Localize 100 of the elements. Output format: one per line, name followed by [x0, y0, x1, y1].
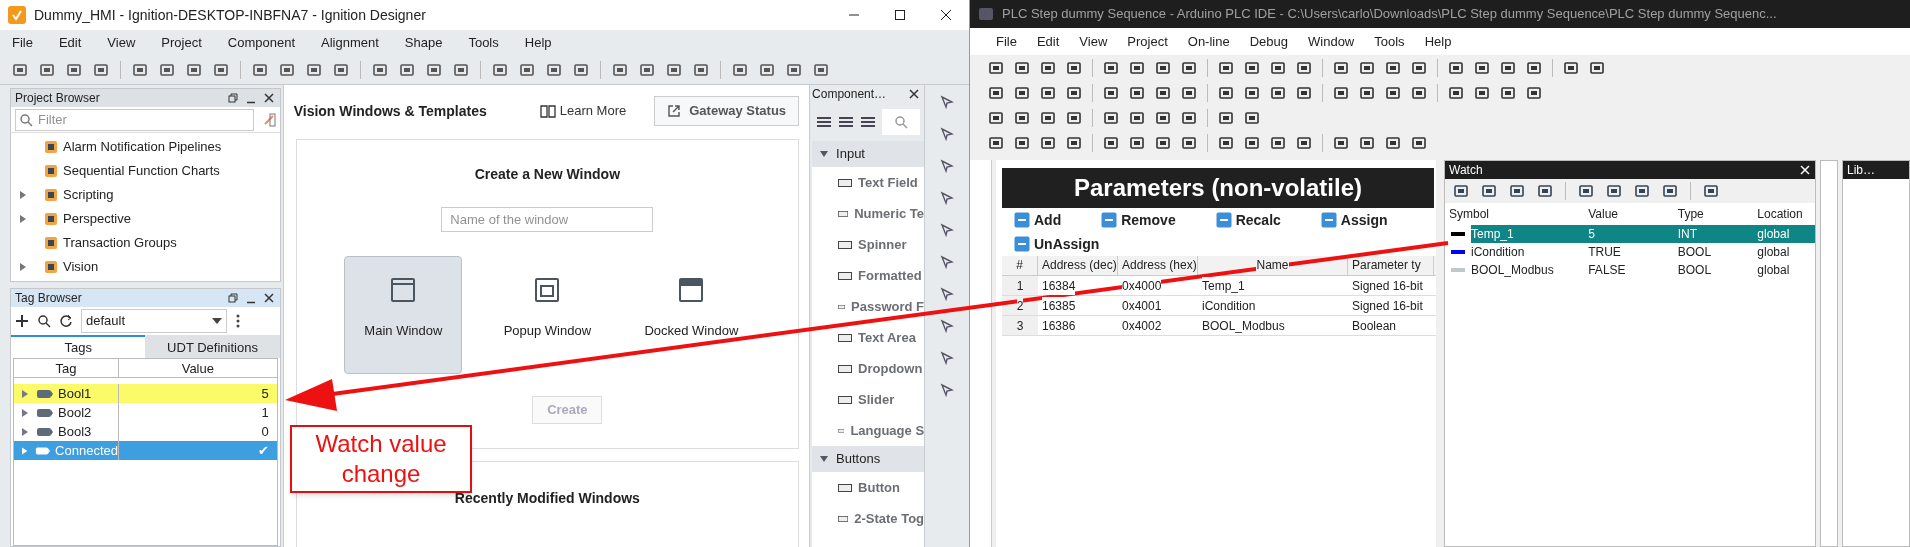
window-type-option[interactable]: Main Window: [344, 256, 463, 374]
toolbar-icon[interactable]: [546, 61, 562, 78]
toolbar-icon[interactable]: [1385, 84, 1401, 101]
toolbar-action[interactable]: Assign: [1320, 209, 1388, 231]
tree-item[interactable]: Transaction Groups: [11, 233, 280, 252]
toolbar-icon[interactable]: [1296, 59, 1312, 76]
toolbar-icon[interactable]: [1103, 59, 1119, 76]
menu-item[interactable]: Project: [161, 32, 202, 53]
toolbar-icon[interactable]: [759, 61, 775, 78]
toolbar-icon[interactable]: [1578, 183, 1594, 199]
toolbar-icon[interactable]: [426, 61, 442, 78]
toolbar-icon[interactable]: [1066, 84, 1082, 101]
toolbar-icon[interactable]: [1270, 59, 1286, 76]
toolbar-icon[interactable]: [693, 61, 709, 78]
palette-group-header[interactable]: Buttons: [812, 446, 925, 472]
toolbar-icon[interactable]: [1526, 84, 1542, 101]
menu-item[interactable]: Edit: [58, 32, 82, 53]
toolbar-icon[interactable]: [1296, 134, 1312, 151]
pointer-tool-icon[interactable]: [940, 383, 955, 397]
menu-item[interactable]: Tools: [1374, 31, 1405, 52]
toolbar-action[interactable]: UnAssign: [1014, 233, 1100, 255]
learn-more-link[interactable]: Learn More: [539, 101, 627, 121]
palette-item[interactable]: Text Field: [812, 167, 925, 198]
toolbar-icon[interactable]: [12, 61, 28, 78]
palette-item[interactable]: Password F: [812, 291, 925, 322]
toolbar-icon[interactable]: [1103, 84, 1119, 101]
toolbar-icon[interactable]: [333, 61, 349, 78]
watch-cell[interactable]: BOOL_Modbus: [1471, 261, 1585, 279]
toolbar-action[interactable]: Remove: [1101, 209, 1176, 231]
menu-item[interactable]: Help: [1424, 31, 1452, 52]
toolbar-icon[interactable]: [1589, 59, 1605, 76]
toolbar-icon[interactable]: [1244, 109, 1260, 126]
palette-search-field[interactable]: [882, 109, 921, 135]
toolbar-icon[interactable]: [612, 61, 628, 78]
pointer-tool-icon[interactable]: [940, 319, 955, 333]
toolbar-icon[interactable]: [813, 61, 829, 78]
toolbar-icon[interactable]: [1296, 84, 1312, 101]
window-type-option[interactable]: Docked Window: [632, 256, 751, 374]
toolbar-icon[interactable]: [1703, 183, 1719, 199]
close-button[interactable]: [1799, 164, 1811, 176]
watch-cell[interactable]: Temp_1: [1471, 225, 1585, 243]
provider-dropdown[interactable]: default: [81, 309, 227, 333]
filter-field[interactable]: Filter: [15, 108, 254, 131]
toolbar-icon[interactable]: [1129, 109, 1145, 126]
restore-button[interactable]: [225, 291, 240, 305]
toolbar-icon[interactable]: [132, 61, 148, 78]
toolbar-icon[interactable]: [1333, 84, 1349, 101]
toolbar-icon[interactable]: [1411, 84, 1427, 101]
menu-item[interactable]: Window: [1308, 31, 1355, 52]
toolbar-icon[interactable]: [39, 61, 55, 78]
toolbar-icon[interactable]: [1218, 134, 1234, 151]
toolbar-icon[interactable]: [1359, 134, 1375, 151]
menu-item[interactable]: View: [1079, 31, 1108, 52]
toolbar-icon[interactable]: [1129, 134, 1145, 151]
toolbar-icon[interactable]: [399, 61, 415, 78]
toolbar-icon[interactable]: [159, 61, 175, 78]
tree-item[interactable]: Sequential Function Charts: [11, 161, 280, 180]
toolbar-icon[interactable]: [988, 109, 1004, 126]
toolbar-icon[interactable]: [1606, 183, 1622, 199]
toolbar-icon[interactable]: [1181, 109, 1197, 126]
tree-item[interactable]: Vision: [11, 257, 280, 276]
toolbar-icon[interactable]: [1181, 59, 1197, 76]
toolbar-icon[interactable]: [1040, 134, 1056, 151]
toolbar-icon[interactable]: [1129, 59, 1145, 76]
toolbar-icon[interactable]: [1244, 59, 1260, 76]
window-name-field[interactable]: Name of the window: [441, 207, 654, 232]
palette-item[interactable]: Numeric Te: [812, 198, 925, 229]
toolbar-icon[interactable]: [732, 61, 748, 78]
palette-item[interactable]: 2-State Tog: [812, 503, 925, 534]
palette-item[interactable]: Text Area: [812, 322, 925, 353]
toolbar-icon[interactable]: [1014, 109, 1030, 126]
toolbar-icon[interactable]: [1385, 134, 1401, 151]
toolbar-icon[interactable]: [1509, 183, 1525, 199]
toolbar-icon[interactable]: [1411, 134, 1427, 151]
toolbar-icon[interactable]: [1218, 59, 1234, 76]
toolbar-icon[interactable]: [1359, 59, 1375, 76]
menu-item[interactable]: Edit: [1036, 31, 1060, 52]
tree-item[interactable]: Perspective: [11, 209, 280, 228]
window-type-option[interactable]: Popup Window: [488, 256, 607, 374]
toolbar-icon[interactable]: [1270, 134, 1286, 151]
toolbar-icon[interactable]: [1181, 134, 1197, 151]
toolbar-icon[interactable]: [1066, 109, 1082, 126]
toolbar-icon[interactable]: [1244, 84, 1260, 101]
toolbar-icon[interactable]: [1014, 84, 1030, 101]
menu-item[interactable]: File: [12, 32, 33, 53]
toolbar-icon[interactable]: [1333, 134, 1349, 151]
toolbar-icon[interactable]: [573, 61, 589, 78]
toolbar-icon[interactable]: [252, 61, 268, 78]
pointer-tool-icon[interactable]: [940, 127, 955, 141]
toolbar-icon[interactable]: [1155, 134, 1171, 151]
close-button[interactable]: [261, 291, 276, 305]
menu-item[interactable]: Alignment: [321, 32, 379, 53]
menu-item[interactable]: Debug: [1249, 31, 1288, 52]
toolbar-action[interactable]: Recalc: [1215, 209, 1281, 231]
toolbar-icon[interactable]: [1218, 84, 1234, 101]
toolbar-icon[interactable]: [1155, 59, 1171, 76]
menu-item[interactable]: File: [996, 31, 1017, 52]
watch-cell[interactable]: iCondition: [1471, 243, 1585, 261]
toolbar-icon[interactable]: [213, 61, 229, 78]
toolbar-icon[interactable]: [93, 61, 109, 78]
